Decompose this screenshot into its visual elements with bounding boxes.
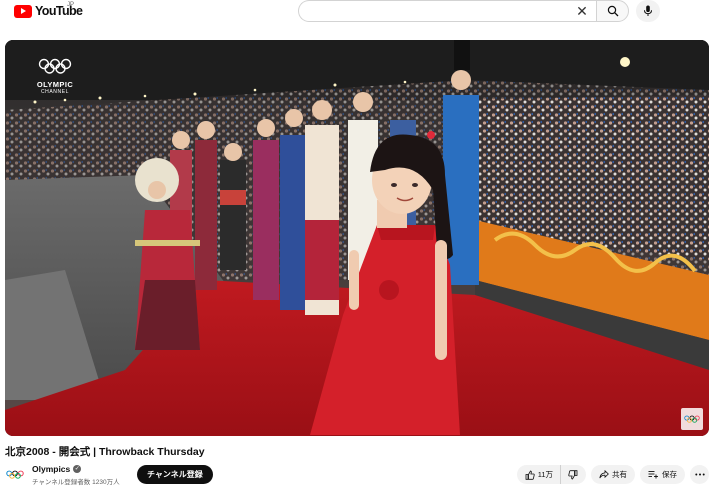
logo-text: YouTube: [35, 4, 83, 18]
logo-region-code: JP: [67, 2, 75, 8]
watermark-line2: CHANNEL: [40, 89, 70, 95]
more-horizontal-icon: [694, 473, 705, 476]
channel-branding-badge[interactable]: [681, 408, 703, 430]
playlist-add-icon: [648, 471, 658, 479]
masthead: YouTube JP ✕: [0, 0, 714, 24]
save-button[interactable]: 保存: [640, 465, 685, 484]
video-player[interactable]: OLYMPIC CHANNEL: [5, 40, 709, 436]
channel-row: Olympics ✓ チャンネル登録者数 1230万人 チャンネル登録 11万 …: [5, 462, 709, 486]
like-button[interactable]: 11万: [517, 465, 561, 484]
thumbs-up-icon: [525, 470, 535, 480]
olympic-rings-icon: [6, 470, 24, 479]
search-input[interactable]: [298, 0, 596, 22]
subscribe-button[interactable]: チャンネル登録: [137, 465, 213, 484]
save-label: 保存: [662, 470, 677, 479]
like-dislike-group: 11万: [516, 465, 586, 484]
close-icon[interactable]: ✕: [574, 3, 590, 19]
channel-avatar[interactable]: [5, 466, 25, 482]
olympic-rings-icon: [38, 58, 72, 74]
youtube-play-icon: [14, 4, 32, 18]
channel-name-link[interactable]: Olympics ✓: [32, 464, 82, 474]
search-button[interactable]: [596, 0, 629, 22]
video-actions: 11万 共有 保存: [516, 465, 709, 484]
olympic-rings-icon: [684, 415, 700, 423]
video-frame: [5, 40, 709, 436]
voice-search-button[interactable]: [636, 0, 660, 22]
share-label: 共有: [612, 470, 627, 479]
like-count: 11万: [537, 470, 553, 479]
dislike-button[interactable]: [561, 465, 586, 484]
watermark-line1: OLYMPIC: [36, 80, 74, 89]
share-arrow-icon: [599, 470, 609, 479]
microphone-icon: [644, 5, 652, 16]
video-title: 北京2008 - 開会式 | Throwback Thursday: [5, 446, 205, 458]
search-icon: [607, 5, 618, 17]
share-button[interactable]: 共有: [591, 465, 635, 484]
channel-name: Olympics: [32, 464, 71, 474]
verified-check-icon: ✓: [73, 465, 82, 473]
olympic-channel-watermark: OLYMPIC CHANNEL: [29, 58, 81, 95]
more-actions-button[interactable]: [690, 465, 709, 484]
subscriber-count: チャンネル登録者数 1230万人: [32, 479, 120, 486]
thumbs-down-icon: [568, 469, 578, 479]
